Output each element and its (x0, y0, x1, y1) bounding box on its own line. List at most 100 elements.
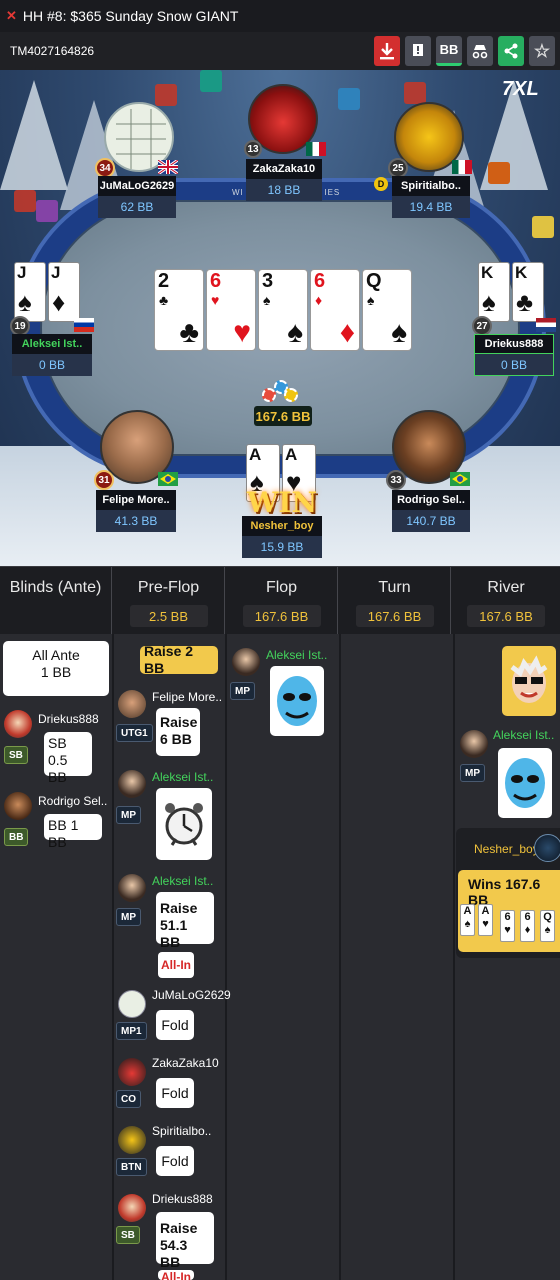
winner-name: Nesher_boy (474, 842, 539, 856)
player-name: Rodrigo Sel.. (38, 794, 108, 808)
street-header-turn[interactable]: Turn 167.6 BB (339, 567, 451, 635)
gift-decoration (338, 88, 360, 110)
smiley-emote (498, 748, 552, 818)
gift-decoration (532, 216, 554, 238)
action-bubble: Raise 6 BB (156, 708, 200, 756)
board-card-1: 2 ♣ ♣ (154, 269, 204, 351)
emote-face-icon (277, 676, 317, 726)
hole-card: J ♦ (48, 262, 80, 322)
seat-stack: 0 BB (12, 354, 92, 376)
action-bubble: SB 0.5 BB (44, 732, 92, 785)
action-bubble: Fold (156, 1078, 194, 1108)
player-level-badge: 25 (388, 158, 408, 178)
street-headers: Blinds (Ante) Pre-Flop 2.5 BB Flop 167.6 B… (0, 566, 560, 635)
brazil-flag-icon (158, 472, 178, 486)
smiley-emote (270, 666, 324, 736)
player-level-badge: 19 (10, 316, 30, 336)
pot-amount: 167.6 BB (254, 406, 312, 426)
player-name: Aleksei Ist.. (152, 874, 214, 888)
street-header-river[interactable]: River 167.6 BB (452, 567, 560, 635)
seat-stack: 18 BB (246, 179, 322, 201)
player-name: Spiritialbo.. (152, 1124, 212, 1138)
gift-decoration (404, 82, 426, 104)
bb-toggle-button[interactable]: BB (436, 36, 462, 66)
favorite-button[interactable]: ☆ (529, 36, 555, 66)
player-level-badge: 27 (472, 316, 492, 336)
ante-box: All Ante 1 BB (3, 641, 109, 696)
all-in-tag: All-In (158, 952, 194, 978)
download-icon (380, 43, 394, 60)
hole-card: K ♠ (478, 262, 510, 322)
avatar (460, 730, 488, 758)
player-name: Aleksei Ist.. (152, 770, 214, 784)
gift-decoration (200, 70, 222, 92)
snow-tree-decoration (0, 80, 68, 190)
action-bubble: Fold (156, 1010, 194, 1040)
street-header-blinds[interactable]: Blinds (Ante) (0, 567, 112, 635)
position-badge: BB (4, 828, 29, 846)
russia-flag-icon (74, 318, 94, 332)
all-in-tag: All-In (158, 1270, 194, 1280)
gift-decoration (36, 200, 58, 222)
emote-face-icon (505, 758, 545, 808)
street-pot: 167.6 BB (355, 605, 434, 627)
seat-name: Aleksei Ist.. (12, 334, 92, 354)
seat-stack: 41.3 BB (96, 510, 176, 532)
incognito-button[interactable] (467, 36, 493, 66)
avatar (118, 990, 146, 1018)
mexico-flag-icon (452, 160, 472, 174)
tournament-id: TM4027164826 (10, 44, 95, 58)
avatar (4, 710, 32, 738)
download-button[interactable] (374, 36, 400, 66)
open-raise-bubble: Raise 2 BB (140, 643, 218, 676)
position-badge: MP (230, 682, 255, 700)
position-badge: CO (116, 1090, 141, 1108)
position-badge: MP (116, 806, 141, 824)
netherlands-flag-icon (536, 318, 556, 332)
seat-stack: 0 BB (474, 354, 554, 376)
position-badge: SB (116, 1226, 140, 1244)
hole-card: J ♠ (14, 262, 46, 322)
board-card-2: 6 ♥ ♥ (206, 269, 256, 351)
brand-logo: 7XL (502, 78, 539, 100)
gift-decoration (155, 84, 177, 106)
player-name: JuMaLoG2629 (152, 988, 231, 1002)
winning-card: Q ♠ (540, 910, 555, 942)
street-pot: 167.6 BB (242, 605, 321, 627)
seat-name: ZakaZaka10 (246, 159, 322, 179)
action-bubble: BB 1 BB (44, 814, 102, 850)
position-badge: MP (116, 908, 141, 926)
player-level-badge: 13 (244, 140, 262, 158)
incognito-icon (472, 45, 488, 59)
avatar (118, 1058, 146, 1086)
seat-name: Spiritialbo.. (392, 176, 470, 196)
board-card-3: 3 ♠ ♠ (258, 269, 308, 351)
gift-decoration (14, 190, 36, 212)
player-level-badge: 31 (94, 470, 114, 490)
position-badge: MP1 (116, 1022, 147, 1040)
seat-name: Driekus888 (474, 334, 554, 354)
street-header-flop[interactable]: Flop 167.6 BB (226, 567, 338, 635)
seat-stack: 15.9 BB (242, 536, 322, 558)
player-level-badge: 33 (386, 470, 406, 490)
bb-toggle-label: BB (439, 42, 459, 57)
report-button[interactable] (405, 36, 431, 66)
winning-card: A ♥ (478, 904, 493, 936)
winner-panel: Nesher_boy Wins 167.6 BB A ♠ A ♥ 6 ♥ 6 ♦ Q ♠ (456, 828, 560, 958)
brazil-flag-icon (450, 472, 470, 486)
position-badge: BTN (116, 1158, 147, 1176)
street-pot: 167.6 BB (467, 605, 545, 627)
uk-flag-icon (157, 158, 179, 176)
player-name: Felipe More.. (152, 690, 223, 704)
hole-card: K ♣ (512, 262, 544, 322)
mexico-flag-icon (306, 142, 326, 156)
player-name: Aleksei Ist.. (493, 728, 555, 742)
app-logo-icon: ✕ (6, 8, 17, 23)
action-bubble: Raise 54.3 BB (156, 1212, 214, 1270)
avatar (118, 1126, 146, 1154)
share-button[interactable] (498, 36, 524, 66)
player-name: ZakaZaka10 (152, 1056, 219, 1070)
position-badge: UTG1 (116, 724, 153, 742)
street-header-preflop[interactable]: Pre-Flop 2.5 BB (113, 567, 225, 635)
seat-stack: 19.4 BB (392, 196, 470, 218)
